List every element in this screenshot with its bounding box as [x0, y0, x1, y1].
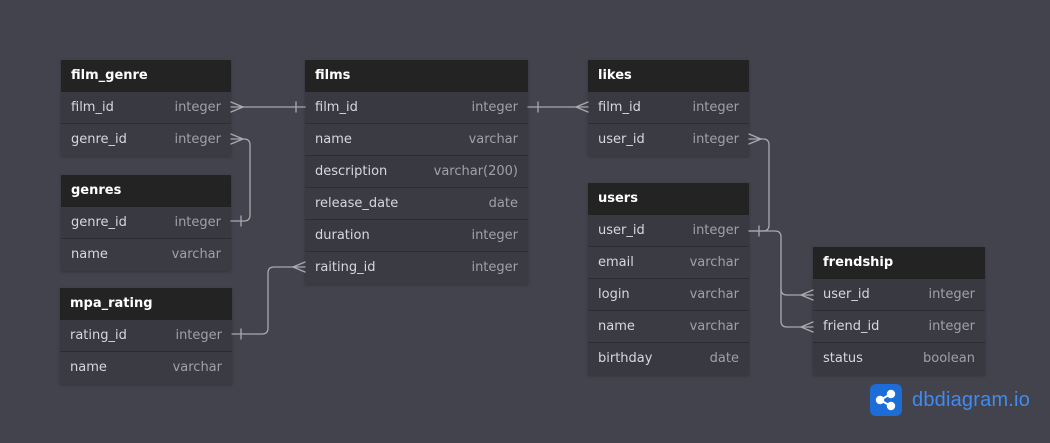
brand-name: dbdiagram.io — [912, 388, 1031, 411]
relationship-lines — [230, 101, 814, 340]
relation-films-mpa_rating[interactable] — [231, 261, 306, 340]
relation-film_genre-films[interactable] — [230, 101, 306, 113]
share-nodes-icon — [870, 384, 902, 416]
relation-film_genre-genres[interactable] — [230, 133, 251, 227]
relation-likes-films[interactable] — [527, 101, 589, 113]
dbdiagram-logo[interactable]: dbdiagram.io — [870, 384, 1030, 416]
diagram-canvas[interactable]: film_genre film_id integer genre_id inte… — [0, 0, 1050, 443]
relation-likes-users[interactable] — [748, 133, 770, 237]
